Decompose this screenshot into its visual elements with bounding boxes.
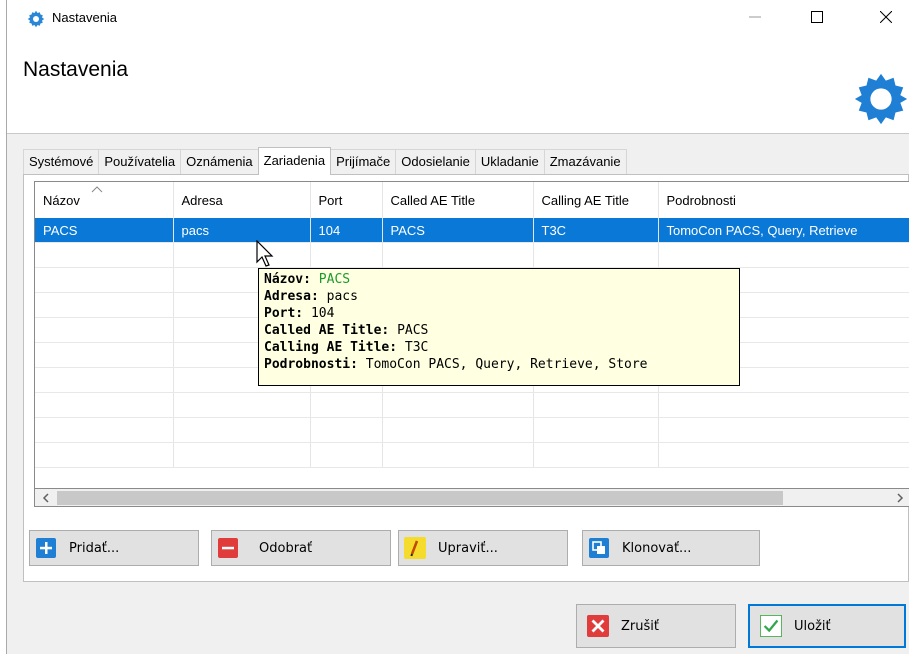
add-button-label: Pridať... <box>69 540 120 556</box>
tab-zariadenia[interactable]: Zariadenia <box>257 147 332 175</box>
clone-button-label: Klonovať... <box>622 540 692 556</box>
clone-icon <box>588 537 610 559</box>
column-header-calling-ae-title[interactable]: Calling AE Title <box>533 182 659 218</box>
edit-button[interactable]: Upraviť... <box>398 530 568 566</box>
tooltip-line: Názov: PACS <box>264 272 351 287</box>
x-icon <box>587 615 609 637</box>
minimize-button[interactable] <box>732 0 778 34</box>
scrollbar-thumb[interactable] <box>57 491 783 505</box>
cancel-button-label: Zrušiť <box>621 618 659 634</box>
cell-calling-ae: T3C <box>533 218 659 243</box>
tooltip-line: Port: 104 <box>264 306 335 321</box>
minus-icon <box>217 537 239 559</box>
close-button[interactable] <box>863 0 909 34</box>
minimize-icon <box>749 16 761 18</box>
pencil-icon <box>404 537 426 559</box>
table-header: Názov Adresa Port Called AE Title Callin… <box>35 182 909 218</box>
tab-oznamenia[interactable]: Oznámenia <box>180 149 259 174</box>
checkmark-icon <box>760 615 782 637</box>
gear-icon <box>854 73 908 125</box>
tab-zmazavanie[interactable]: Zmazávanie <box>543 149 627 174</box>
gear-icon <box>27 10 45 28</box>
cell-name: PACS <box>35 218 174 243</box>
column-header-nazov[interactable]: Názov <box>35 182 174 218</box>
cell-details: TomoCon PACS, Query, Retrieve <box>658 218 909 243</box>
remove-button-label: Odobrať <box>259 540 313 556</box>
empty-row <box>35 242 909 268</box>
chevron-left-icon <box>42 493 49 503</box>
clone-button[interactable]: Klonovať... <box>582 530 760 566</box>
remove-button[interactable]: Odobrať <box>211 530 391 566</box>
cancel-button[interactable]: Zrušiť <box>576 604 736 648</box>
empty-row <box>35 442 909 468</box>
tooltip-line: Podrobnosti: TomoCon PACS, Query, Retrie… <box>264 357 648 372</box>
horizontal-scrollbar[interactable] <box>34 489 909 507</box>
column-header-podrobnosti[interactable]: Podrobnosti <box>658 182 909 218</box>
maximize-icon <box>811 11 823 23</box>
close-icon <box>880 11 892 23</box>
cell-address: pacs <box>173 218 311 243</box>
title-bar: Nastavenia <box>7 0 909 34</box>
tab-strip: Systémové Používatelia Oznámenia Zariade… <box>23 147 627 175</box>
tooltip-line: Called AE Title: PACS <box>264 323 429 338</box>
tooltip-line: Adresa: pacs <box>264 289 358 304</box>
tab-ukladanie[interactable]: Ukladanie <box>474 149 545 174</box>
plus-icon <box>35 537 57 559</box>
tab-systemove[interactable]: Systémové <box>23 149 100 174</box>
window-title: Nastavenia <box>52 10 118 25</box>
add-button[interactable]: Pridať... <box>29 530 199 566</box>
column-header-called-ae-title[interactable]: Called AE Title <box>382 182 534 218</box>
header <box>7 34 909 134</box>
scroll-left-button[interactable] <box>37 490 54 506</box>
scroll-right-button[interactable] <box>891 490 908 506</box>
tooltip-line: Calling AE Title: T3C <box>264 340 429 355</box>
chevron-right-icon <box>896 493 903 503</box>
column-header-port[interactable]: Port <box>310 182 383 218</box>
empty-row <box>35 417 909 443</box>
tab-pouzivatelia[interactable]: Používatelia <box>98 149 182 174</box>
save-button[interactable]: Uložiť <box>748 604 906 648</box>
cell-port: 104 <box>310 218 383 243</box>
empty-row <box>35 392 909 418</box>
page-title: Nastavenia <box>23 58 129 81</box>
sort-ascending-icon <box>91 186 103 193</box>
save-button-label: Uložiť <box>794 618 831 634</box>
tab-prijimace[interactable]: Prijímače <box>330 149 397 174</box>
mouse-cursor-icon <box>256 240 274 267</box>
row-tooltip: Názov: PACS Adresa: pacs Port: 104 Calle… <box>258 268 740 386</box>
maximize-button[interactable] <box>794 0 840 34</box>
edit-button-label: Upraviť... <box>438 540 498 556</box>
cell-called-ae: PACS <box>382 218 534 243</box>
table-row[interactable]: PACS pacs 104 PACS T3C TomoCon PACS, Que… <box>35 218 909 243</box>
tab-odosielanie[interactable]: Odosielanie <box>395 149 476 174</box>
column-header-adresa[interactable]: Adresa <box>173 182 311 218</box>
